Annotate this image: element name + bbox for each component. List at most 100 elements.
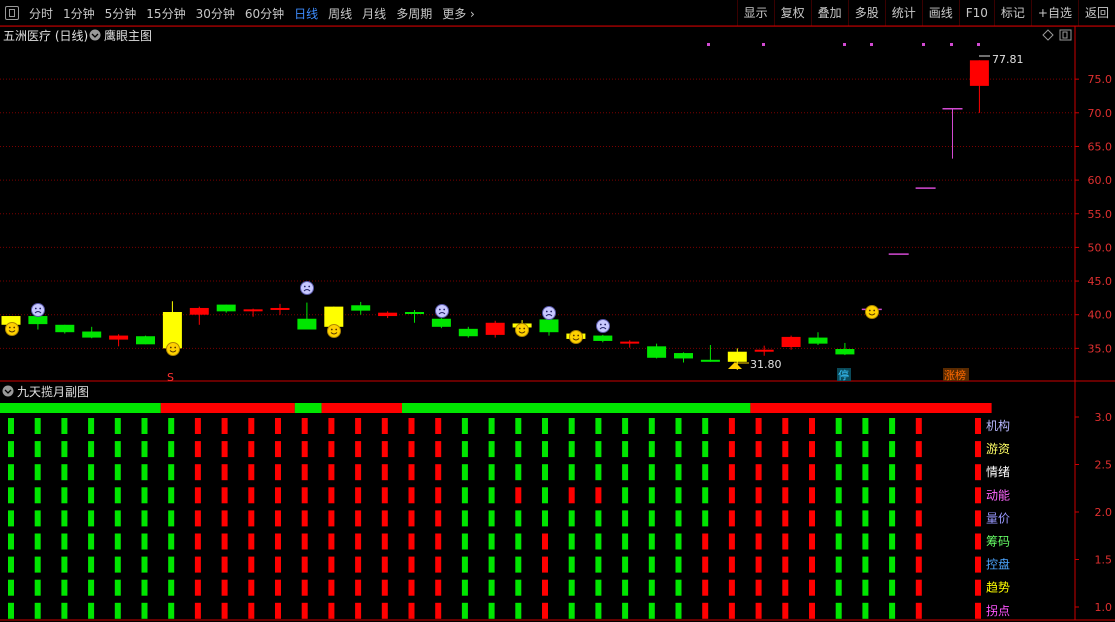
signal-cell [755,602,762,619]
signal-cell [515,510,522,527]
signal-cell [461,464,468,481]
signal-cell [34,556,41,573]
signal-cell [61,464,68,481]
panel-toggle-icon[interactable] [1059,29,1072,41]
signal-cell [114,418,121,434]
y-tick-label-6: 45.0 [1088,275,1113,288]
diamond-icon[interactable] [1042,29,1054,41]
candle-10 [270,303,290,315]
signal-cell-last [975,579,981,596]
candle-15 [405,309,424,323]
signal-cell [542,602,548,619]
signal-cell [782,441,789,458]
signal-cell [622,464,629,481]
signal-cell [88,533,95,550]
candle-36 [969,60,989,113]
row-label-5: 筹码 [986,535,1010,549]
signal-cell [595,556,602,573]
signal-cell [835,418,842,434]
signal-cell [809,533,815,550]
signal-cell [141,464,148,481]
candle-6 [162,301,182,349]
sub-tick-label-2: 2.0 [1095,506,1113,519]
smile-icon [5,322,19,336]
chart-canvas[interactable]: 75.0 70.0 65.0 60.0 55.0 50.0 45.0 40.0 35.0 五洲医… [0,0,1115,622]
signal-cell [595,464,602,481]
sad-icon [31,303,45,317]
candle-12 [324,306,344,327]
candle-11 [297,302,317,330]
signal-cell [61,510,68,527]
candle-4 [109,334,129,347]
signal-cell [461,602,468,619]
signal-cell [702,418,709,434]
sell-marker: S [167,371,174,384]
signal-cell [435,510,442,527]
signal-cell [248,602,255,619]
signal-cell [248,510,255,527]
signal-cell [355,579,362,596]
signal-cell [114,464,121,481]
signal-cell [915,487,922,504]
signal-cell [915,533,922,550]
signal-cell [8,510,14,527]
signal-cell [835,487,842,504]
signal-cell [702,464,709,481]
sub-tick-label-4: 1.0 [1095,601,1113,614]
indicator-dropdown-icon[interactable] [89,29,101,41]
signal-cell [862,556,869,573]
signal-cell [328,441,335,458]
row-label-0: 机构 [986,418,1010,433]
signal-cell [194,579,201,596]
signal-cell [34,464,41,481]
candle-23 [620,340,640,348]
signal-cell [835,510,842,527]
signal-cell [515,602,522,619]
signal-cell [515,556,522,573]
smile-icon [327,324,341,338]
signal-cell [515,441,522,458]
candle-35 [942,108,963,159]
signal-cell [648,533,655,550]
signal-cell [862,464,869,481]
y-tick-label-7: 40.0 [1088,309,1113,322]
indicator-name: 鹰眼主图 [104,28,152,43]
signal-dot-3 [870,43,873,46]
sub-dropdown-icon[interactable] [2,385,14,397]
signal-cell [568,602,575,619]
signal-cell [862,602,869,619]
signal-cell [835,533,842,550]
signal-cell [595,441,602,458]
y-tick-label-2: 65.0 [1088,140,1113,153]
signal-cell-last [975,464,981,481]
candle-28 [754,345,774,356]
signal-cell [381,487,388,504]
main-y-axis: 75.0 70.0 65.0 60.0 55.0 50.0 45.0 40.0 35.0 [1075,73,1112,355]
signal-cell [275,487,281,504]
limit-up-tag-text: 涨榜 [944,368,966,382]
signal-cell [221,579,228,596]
signal-cell [141,510,148,527]
signal-cell [168,533,175,550]
signal-cell [542,487,548,504]
signal-cell [728,579,735,596]
signal-cell [702,556,709,573]
signal-cell [61,533,68,550]
signal-cell [809,464,815,481]
signal-cell [488,533,495,550]
signal-cell [34,487,41,504]
signal-cell [568,510,575,527]
signal-cell [755,487,762,504]
signal-cell-last [975,418,981,434]
sub-top-bar [0,403,992,413]
signal-cell [595,510,602,527]
signal-cell [622,441,629,458]
signal-cell [702,487,709,504]
signal-cell [755,418,762,434]
signal-cell [168,418,175,434]
signal-cell [809,441,815,458]
signal-cell [34,510,41,527]
signal-cell [568,487,575,504]
signal-cell [595,533,602,550]
signal-cell [141,533,148,550]
